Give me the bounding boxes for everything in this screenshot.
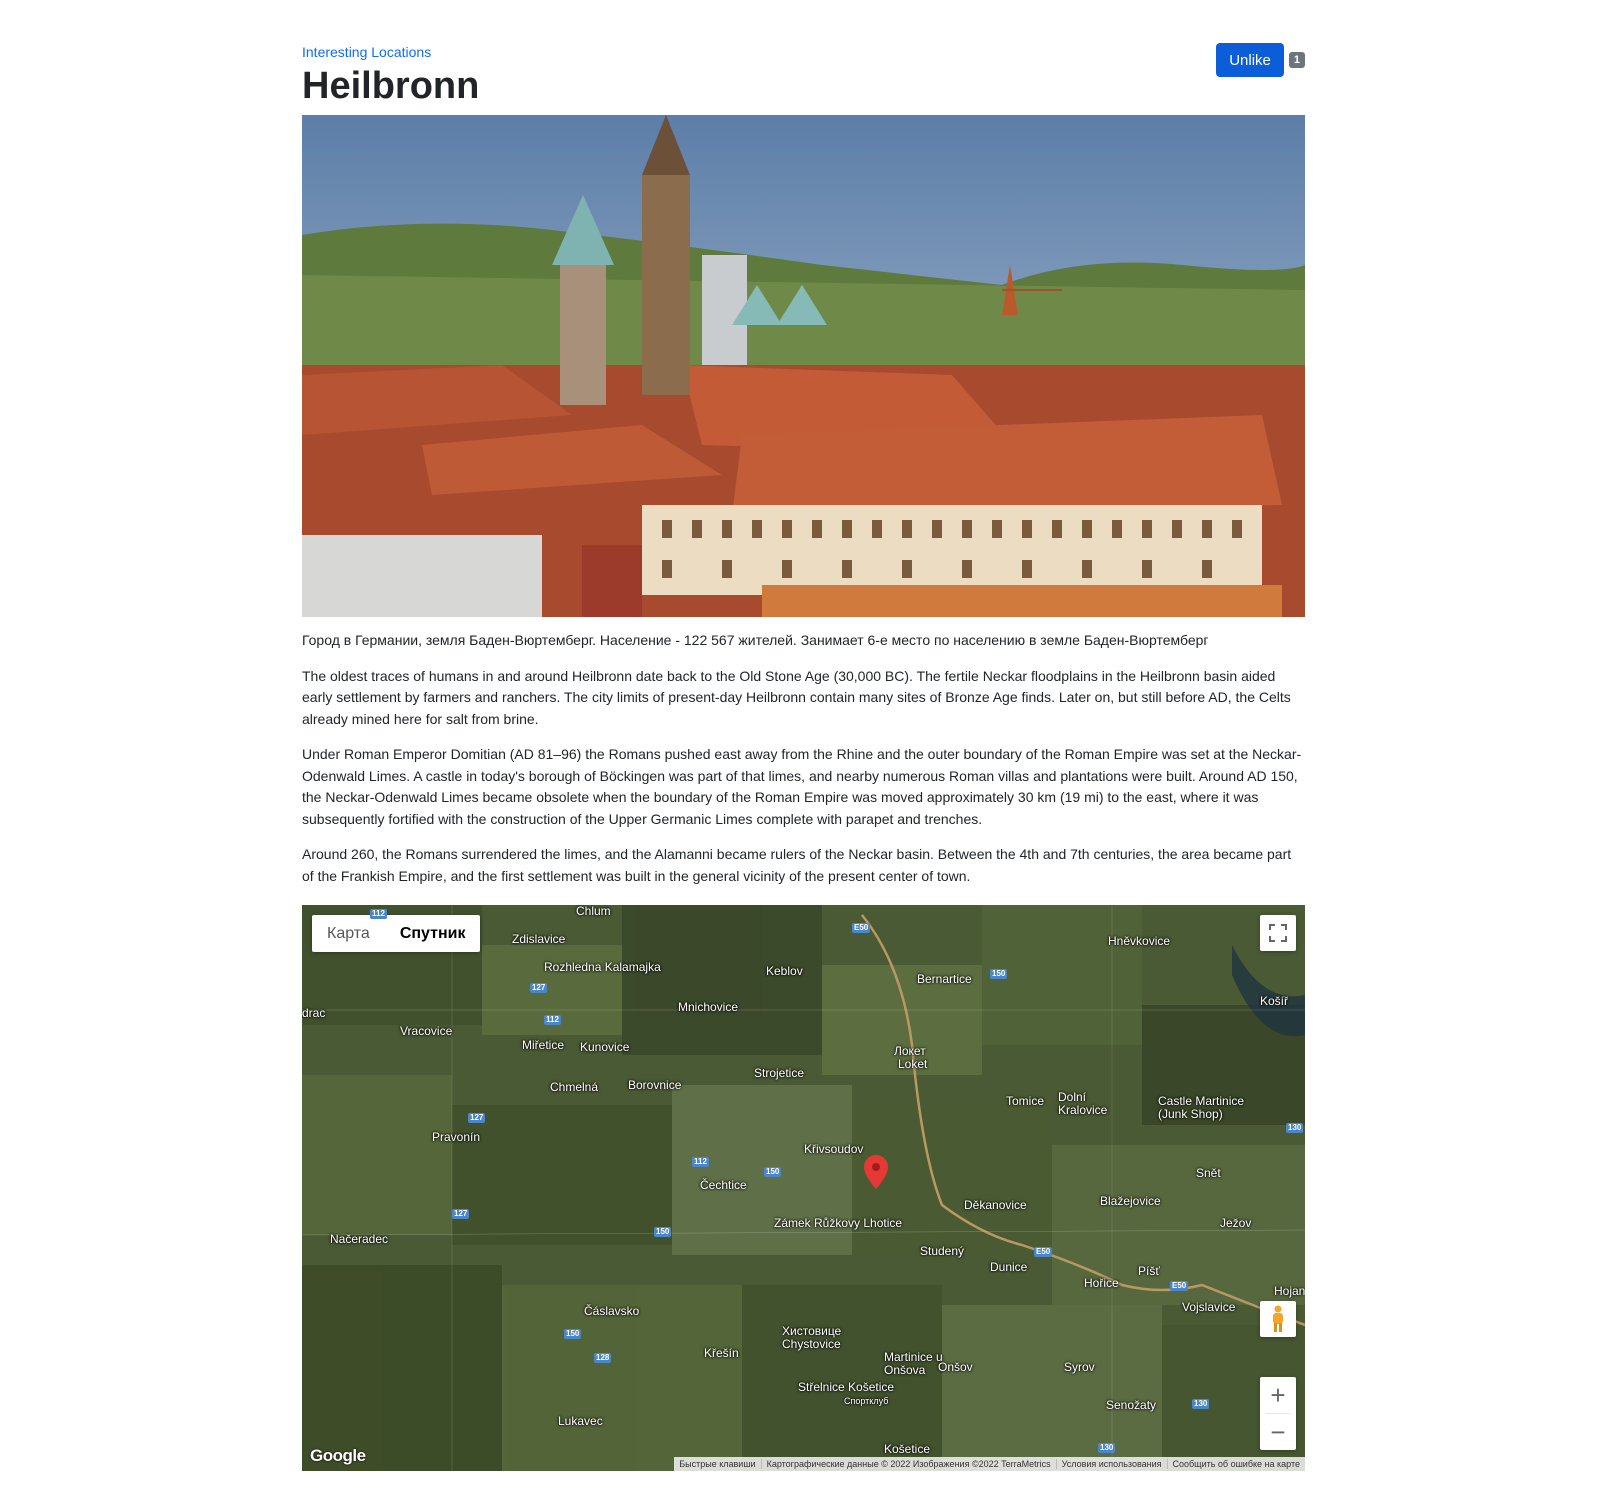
road-shield: 127 [468, 1113, 486, 1123]
map-label: Studený [920, 1244, 965, 1258]
map-label: Píšť [1138, 1264, 1160, 1278]
map-label: Vracovice [400, 1024, 453, 1038]
like-count-badge: 1 [1288, 52, 1305, 68]
map-label: Miřetice [522, 1038, 565, 1052]
description-paragraph: Around 260, the Romans surrendered the l… [302, 846, 1292, 884]
road-shield: 150 [564, 1329, 582, 1339]
map-label: Blažejovice [1100, 1194, 1161, 1208]
road-shield: 130 [1098, 1443, 1116, 1453]
map-label: Hojan [1274, 1284, 1305, 1298]
road-shield: 112 [692, 1157, 709, 1167]
fullscreen-button[interactable] [1260, 915, 1296, 951]
tab-map[interactable]: Карта [312, 915, 385, 952]
map-label[interactable]: Střelnice Košetice [798, 1381, 894, 1394]
road-shield: 150 [764, 1167, 782, 1177]
map-label[interactable]: Rozhledna Kalamajka [544, 961, 661, 974]
location-photo [302, 115, 1305, 617]
map-label[interactable]: Zámek Růžkovy Lhotice [774, 1217, 902, 1230]
road-shield: 150 [990, 969, 1008, 979]
fullscreen-icon [1269, 924, 1287, 942]
map-label: Křivsoudov [804, 1142, 864, 1156]
map-label: Keblov [766, 964, 803, 978]
google-logo[interactable]: Google [310, 1446, 366, 1466]
road-shield: 130 [1192, 1399, 1210, 1409]
map-label: Bernartice [917, 972, 972, 986]
map-label: Vojslavice [1182, 1300, 1236, 1314]
map-label: Хистовице Chystovice [782, 1324, 842, 1351]
map-label: Načeradec [330, 1232, 389, 1246]
map-label: Chmelná [550, 1080, 599, 1094]
map-label: Senožaty [1106, 1398, 1157, 1412]
map-label: Zdislavice [512, 932, 566, 946]
map-label: Košetice [884, 1442, 931, 1456]
zoom-in-icon[interactable]: + [1260, 1377, 1296, 1413]
map-label: Křešín [704, 1346, 739, 1360]
satellite-map[interactable]: Карта Спутник + − Chlum Zdislavice Rozhl… [302, 905, 1305, 1471]
map-label: Ježov [1220, 1216, 1252, 1230]
map-label: Chlum [576, 905, 611, 918]
description-paragraph: Under Roman Emperor Domitian (AD 81–96) … [302, 746, 1302, 827]
map-label[interactable]: Castle Martinice (Junk Shop) [1158, 1095, 1268, 1121]
map-label: Dunice [990, 1260, 1028, 1274]
map-label: Martinice u Onšova [884, 1350, 943, 1377]
map-label: Pravonín [432, 1130, 481, 1144]
map-label: Hněvkovice [1108, 934, 1171, 948]
map-label: Dolní Kralovice [1058, 1090, 1108, 1117]
tab-satellite[interactable]: Спутник [385, 915, 481, 952]
zoom-out-icon[interactable]: − [1260, 1414, 1296, 1450]
breadcrumb-link[interactable]: Interesting Locations [302, 44, 431, 60]
map-label: drac [302, 1006, 326, 1020]
map-label: Loket [898, 1057, 928, 1071]
road-shield: E50 [1170, 1281, 1189, 1291]
keyboard-shortcuts-link[interactable]: Быстрые клавиши [674, 1459, 760, 1469]
map-footer: Быстрые клавиши Картографические данные … [674, 1457, 1305, 1471]
map-label: Lukavec [558, 1414, 603, 1428]
zoom-control: + − [1260, 1377, 1296, 1450]
map-label: Čáslavsko [584, 1304, 640, 1318]
page-title: Heilbronn [302, 65, 480, 107]
unlike-button[interactable]: Unlike [1216, 43, 1284, 77]
road-shield: 127 [452, 1209, 470, 1219]
map-label: Čechtice [700, 1178, 747, 1192]
road-shield: 128 [594, 1353, 612, 1363]
report-error-link[interactable]: Сообщить об ошибке на карте [1166, 1459, 1305, 1469]
terms-link[interactable]: Условия использования [1055, 1459, 1167, 1469]
map-label: Snět [1196, 1166, 1221, 1180]
map-label: Спортклуб [844, 1396, 889, 1406]
map-label: Kunovice [580, 1040, 630, 1054]
description: Город в Германии, земля Баден-Вюртемберг… [302, 630, 1305, 901]
map-label: Strojetice [754, 1066, 805, 1080]
road-shield: E50 [852, 923, 871, 933]
map-label: Mnichovice [678, 1000, 739, 1014]
map-label: Onšov [938, 1360, 973, 1374]
map-label: Děkanovice [964, 1198, 1027, 1212]
road-shield: E50 [1034, 1247, 1053, 1257]
map-data-attribution: Картографические данные © 2022 Изображен… [760, 1459, 1056, 1469]
road-shield: 112 [370, 909, 387, 919]
road-shield: 112 [544, 1015, 561, 1025]
description-paragraph: Город в Германии, земля Баден-Вюртемберг… [302, 632, 1209, 648]
street-view-button[interactable] [1260, 1301, 1296, 1337]
map-label: Tomice [1006, 1094, 1045, 1108]
description-paragraph: The oldest traces of humans in and aroun… [302, 667, 1291, 727]
road-shield: 127 [530, 983, 548, 993]
map-label: Hořice [1084, 1276, 1119, 1290]
marker-icon[interactable] [864, 1155, 888, 1189]
pegman-icon [1273, 1305, 1283, 1332]
like-group: Unlike 1 [1216, 43, 1305, 77]
map-label: Košíř [1260, 994, 1289, 1008]
map-label: Borovnice [628, 1078, 682, 1092]
road-shield: 130 [1286, 1123, 1304, 1133]
map-type-control: Карта Спутник [312, 915, 481, 952]
road-shield: 150 [654, 1227, 672, 1237]
map-label: Syrov [1064, 1360, 1095, 1374]
